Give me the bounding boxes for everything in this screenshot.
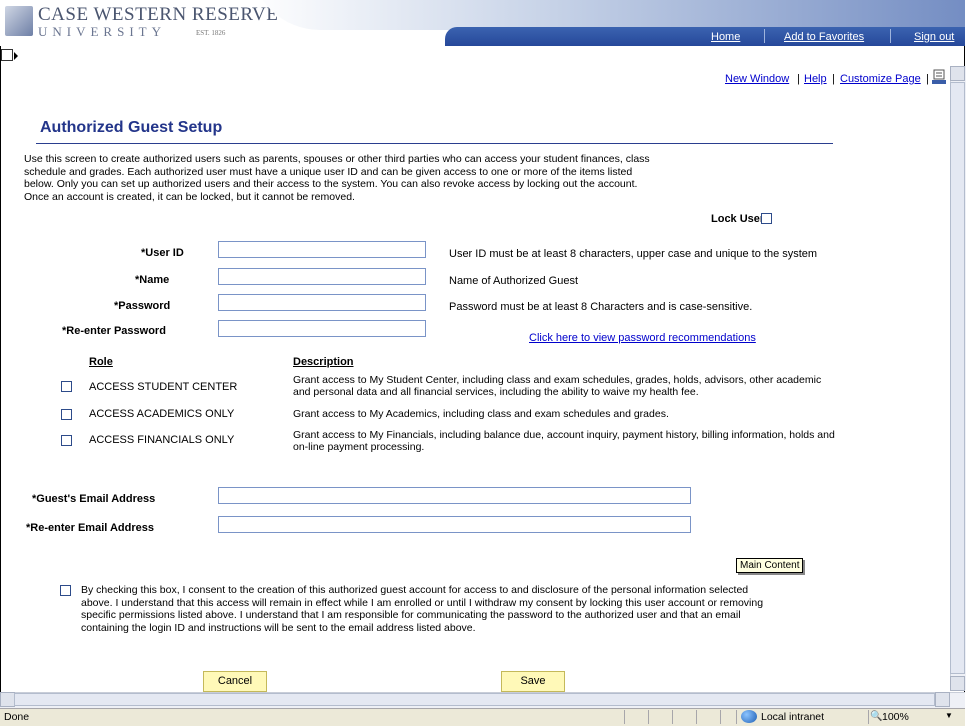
zoom-icon[interactable]: 🔍 [870,711,882,722]
reenter-password-label: *Re-enter Password [62,325,166,337]
status-divider [868,710,869,724]
description-column-header: Description [293,356,354,368]
logo-name: CASE WESTERN RESERVE [38,4,279,25]
consent-text: By checking this box, I consent to the c… [81,584,764,634]
role-column-header: Role [89,356,113,368]
header-swoosh [250,0,965,30]
logo-established: EST. 1826 [196,29,226,37]
name-hint: Name of Authorized Guest [449,275,579,287]
role-desc-academics: Grant access to My Academics, including … [293,408,669,420]
cancel-button[interactable]: Cancel [203,671,267,692]
user-id-field[interactable] [218,241,426,258]
customize-page-link[interactable]: Customize Page [840,73,921,85]
scroll-down-icon[interactable] [950,676,965,691]
status-divider [672,710,673,724]
password-recommendations-link[interactable]: Click here to view password recommendati… [529,332,756,344]
name-label: *Name [135,274,170,286]
nav-separator [764,29,765,43]
role-checkbox-financials[interactable] [61,435,72,446]
help-link[interactable]: Help [804,73,827,85]
consent-checkbox[interactable] [60,585,71,596]
scroll-left-icon[interactable] [0,692,15,707]
zoom-level[interactable]: 100% [882,711,909,723]
role-desc-student-center: Grant access to My Student Center, inclu… [293,374,822,398]
status-divider [720,710,721,724]
university-seal-icon [5,6,33,36]
security-zone-text: Local intranet [761,711,825,723]
main-content-tooltip: Main Content [736,558,804,573]
reenter-password-field[interactable] [218,320,426,337]
user-id-label: *User ID [141,247,184,259]
status-text: Done [4,711,30,723]
role-name-financials: ACCESS FINANCIALS ONLY [89,434,235,446]
horizontal-scroll-thumb[interactable] [14,693,935,706]
password-label: *Password [114,300,171,312]
reenter-email-label: *Re-enter Email Address [26,522,154,534]
http-icon[interactable] [932,69,946,85]
password-field[interactable] [218,294,426,311]
pagebar-separator: | [926,73,929,85]
intranet-zone-icon [741,710,757,723]
guest-email-field[interactable] [218,487,691,504]
pagebar-separator: | [797,73,800,85]
status-divider [736,710,737,724]
status-divider [696,710,697,724]
expand-arrow-icon[interactable] [14,52,18,60]
menu-toggle-icon[interactable] [1,49,13,61]
lock-user-checkbox[interactable] [761,213,772,224]
guest-email-label: *Guest's Email Address [32,493,156,505]
role-desc-financials: Grant access to My Financials, including… [293,429,835,453]
scroll-up-icon[interactable] [950,66,965,81]
role-checkbox-student-center[interactable] [61,381,72,392]
status-divider [648,710,649,724]
user-id-hint: User ID must be at least 8 characters, u… [449,248,818,260]
name-field[interactable] [218,268,426,285]
status-divider [624,710,625,724]
title-divider [36,143,833,144]
password-hint: Password must be at least 8 Characters a… [449,301,753,313]
vertical-scroll-thumb[interactable] [950,82,965,674]
reenter-email-field[interactable] [218,516,691,533]
intro-text: Use this screen to create authorized use… [24,153,650,203]
logo-university: UNIVERSITY [38,24,166,39]
zoom-dropdown-icon[interactable]: ▼ [945,711,953,720]
new-window-link[interactable]: New Window [725,73,789,85]
role-checkbox-academics[interactable] [61,409,72,420]
nav-sign-out-link[interactable]: Sign out [914,31,954,43]
scroll-right-icon[interactable] [935,692,950,707]
top-nav-bar [445,27,965,46]
nav-home-link[interactable]: Home [711,31,740,43]
page-title: Authorized Guest Setup [40,119,223,136]
nav-add-favorites-link[interactable]: Add to Favorites [784,31,864,43]
save-button[interactable]: Save [501,671,565,692]
nav-separator [890,29,891,43]
role-name-academics: ACCESS ACADEMICS ONLY [89,408,235,420]
role-name-student-center: ACCESS STUDENT CENTER [89,381,238,393]
pagebar-separator: | [832,73,835,85]
